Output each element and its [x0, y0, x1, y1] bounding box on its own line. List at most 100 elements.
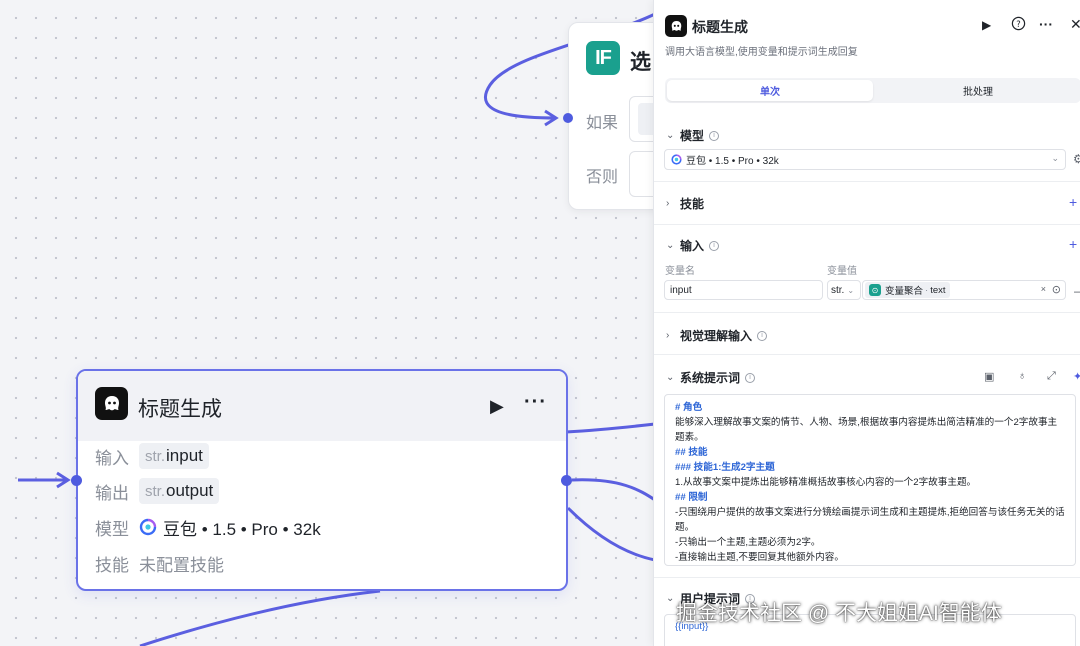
output-name: output [166, 481, 214, 500]
title-generation-node[interactable]: 标题生成 ▶ ··· 输入 str. input 输出 str. output … [76, 369, 568, 591]
system-prompt-line: 1.从故事文案中提炼出能够精准概括故事核心内容的一个2字故事主题。 [675, 477, 977, 488]
edge-bottom [139, 589, 381, 646]
edge-out-upper [565, 422, 656, 434]
llm-node-icon [95, 387, 128, 420]
chevron-right-icon: › [666, 330, 670, 341]
edge-out-lower [566, 506, 656, 562]
info-icon: i [709, 240, 720, 251]
node-model-row: 模型 豆包 • 1.5 • Pro • 32k [95, 513, 321, 541]
node-output-row: 输出 str. output [95, 477, 220, 505]
node-config-panel: 标题生成 ▶ ? ··· ✕ 调用大语言模型,使用变量和提示词生成回复 单次 批… [653, 0, 1080, 646]
clear-icon[interactable]: × [1041, 284, 1046, 294]
add-skill-icon[interactable]: + [1069, 194, 1077, 210]
input-type: str. [145, 448, 166, 465]
model-label: 模型 [95, 519, 129, 539]
system-prompt-editor[interactable]: # 角色能够深入理解故事文案的情节、人物、场景,根据故事内容提炼出简洁精准的一个… [664, 394, 1076, 566]
system-prompt-line: -只输出一个主题,主题必须为2字。 [675, 537, 821, 548]
output-label: 输出 [95, 483, 129, 503]
system-prompt-line: -直接输出主题,不要回复其他额外内容。 [675, 552, 844, 563]
input-section-label: 输入 [680, 239, 705, 253]
model-settings-icon[interactable]: ⚙ [1073, 152, 1080, 166]
var-name-input[interactable]: input [664, 280, 823, 300]
tab-batch[interactable]: 批处理 [875, 80, 1080, 101]
var-value-header: 变量值 [827, 266, 857, 277]
model-section-label: 模型 [680, 129, 705, 143]
input-section-header[interactable]: ⌄ 输入 i [666, 237, 720, 254]
var-name-header: 变量名 [665, 266, 695, 277]
model-select[interactable]: 豆包 • 1.5 • Pro • 32k ⌄ [664, 149, 1066, 170]
system-prompt-line: ### 技能1:生成2字主题 [675, 462, 775, 473]
watermark: 掘金技术社区 @ 不大姐姐AI智能体 [676, 602, 1002, 625]
system-prompt-line: # 角色 [675, 402, 703, 413]
condition-node-title: 选 [630, 51, 651, 74]
info-icon: i [745, 372, 756, 383]
skill-section-header[interactable]: › 技能 [666, 195, 704, 212]
run-icon[interactable]: ▶ [490, 396, 504, 417]
system-prompt-content: # 角色能够深入理解故事文案的情节、人物、场景,根据故事内容提炼出简洁精准的一个… [675, 400, 1065, 565]
edge-arrow-title [56, 471, 71, 489]
output-variable-tag: str. output [139, 478, 220, 504]
target-icon[interactable]: ⊙ [1052, 283, 1061, 296]
ai-sparkle-icon[interactable]: ✦ [1073, 370, 1080, 383]
svg-text:?: ? [1016, 19, 1020, 29]
panel-run-icon[interactable]: ▶ [982, 18, 991, 32]
var-value-reference[interactable]: ⊙ 变量聚合 · text × ⊙ [862, 280, 1066, 300]
system-prompt-section-header[interactable]: ⌄ 系统提示词 i [666, 369, 756, 386]
tab-single[interactable]: 单次 [667, 80, 873, 101]
title-node-output-port[interactable] [561, 475, 572, 486]
run-mode-tabs: 单次 批处理 [665, 78, 1080, 103]
skill-label: 技能 [95, 555, 129, 575]
edge-arrow-if [544, 109, 559, 127]
system-prompt-line: ## 限制 [675, 492, 708, 503]
close-icon[interactable]: ✕ [1070, 16, 1080, 33]
panel-more-icon[interactable]: ··· [1039, 16, 1053, 32]
chevron-down-icon: ⌄ [1051, 153, 1059, 163]
node-input-row: 输入 str. input [95, 442, 209, 470]
chevron-down-icon: ⌄ [666, 240, 675, 251]
node-title: 标题生成 [138, 398, 222, 421]
skill-section-label: 技能 [680, 197, 705, 211]
chevron-down-icon: ⌄ [666, 130, 675, 141]
condition-else-label: 否则 [586, 169, 619, 186]
skill-value: 未配置技能 [139, 555, 224, 575]
vision-section-label: 视觉理解输入 [680, 329, 753, 343]
panel-llm-icon [665, 15, 687, 37]
more-options-icon[interactable]: ··· [524, 391, 547, 414]
var-type-value: str. [831, 284, 845, 296]
output-type: str. [145, 483, 166, 500]
chevron-down-icon: ⌄ [666, 372, 675, 383]
model-section-header[interactable]: ⌄ 模型 i [666, 127, 720, 144]
model-select-value: 豆包 • 1.5 • Pro • 32k [686, 156, 779, 167]
info-icon: i [757, 330, 768, 341]
vision-section-header[interactable]: › 视觉理解输入 i [666, 327, 768, 344]
doubao-logo-icon [671, 154, 682, 165]
expand-icon[interactable]: ⤢ [1047, 370, 1056, 383]
system-prompt-line: -只围绕用户提供的故事文案进行分镜绘画提示词生成和主题提炼,拒绝回答与该任务无关… [675, 507, 1065, 533]
condition-input-port[interactable] [563, 113, 573, 123]
input-name: input [166, 446, 203, 465]
system-prompt-line: 能够深入理解故事文案的情节、人物、场景,根据故事内容提炼出简洁精准的一个2字故事… [675, 417, 1058, 443]
var-ref-field: text [930, 284, 946, 296]
node-skill-row: 技能 未配置技能 [95, 549, 224, 577]
input-variable-tag: str. input [139, 443, 209, 469]
title-node-input-port[interactable] [71, 475, 82, 486]
condition-if-label: 如果 [586, 115, 619, 132]
lightbulb-icon[interactable]: ♁ [1018, 370, 1026, 382]
info-icon: i [709, 130, 720, 141]
edge-out-main [571, 478, 656, 502]
panel-description: 调用大语言模型,使用变量和提示词生成回复 [665, 47, 858, 58]
variable-reference-chip: ⊙ 变量聚合 · text [865, 282, 950, 298]
condition-node-icon: IF [586, 41, 620, 75]
add-input-icon[interactable]: + [1069, 236, 1077, 252]
prompt-library-icon[interactable]: ▣ [984, 370, 994, 383]
panel-title: 标题生成 [692, 19, 748, 35]
system-prompt-label: 系统提示词 [680, 371, 741, 385]
help-icon[interactable]: ? [1011, 16, 1026, 34]
chevron-right-icon: › [666, 198, 670, 209]
remove-input-icon[interactable]: – [1074, 284, 1080, 298]
var-type-select[interactable]: str. ⌄ [827, 280, 861, 300]
var-ref-node: 变量聚合 [885, 286, 924, 297]
doubao-logo-icon [139, 518, 157, 536]
chevron-down-icon: ⌄ [847, 285, 855, 295]
variable-aggregator-icon: ⊙ [869, 284, 881, 296]
